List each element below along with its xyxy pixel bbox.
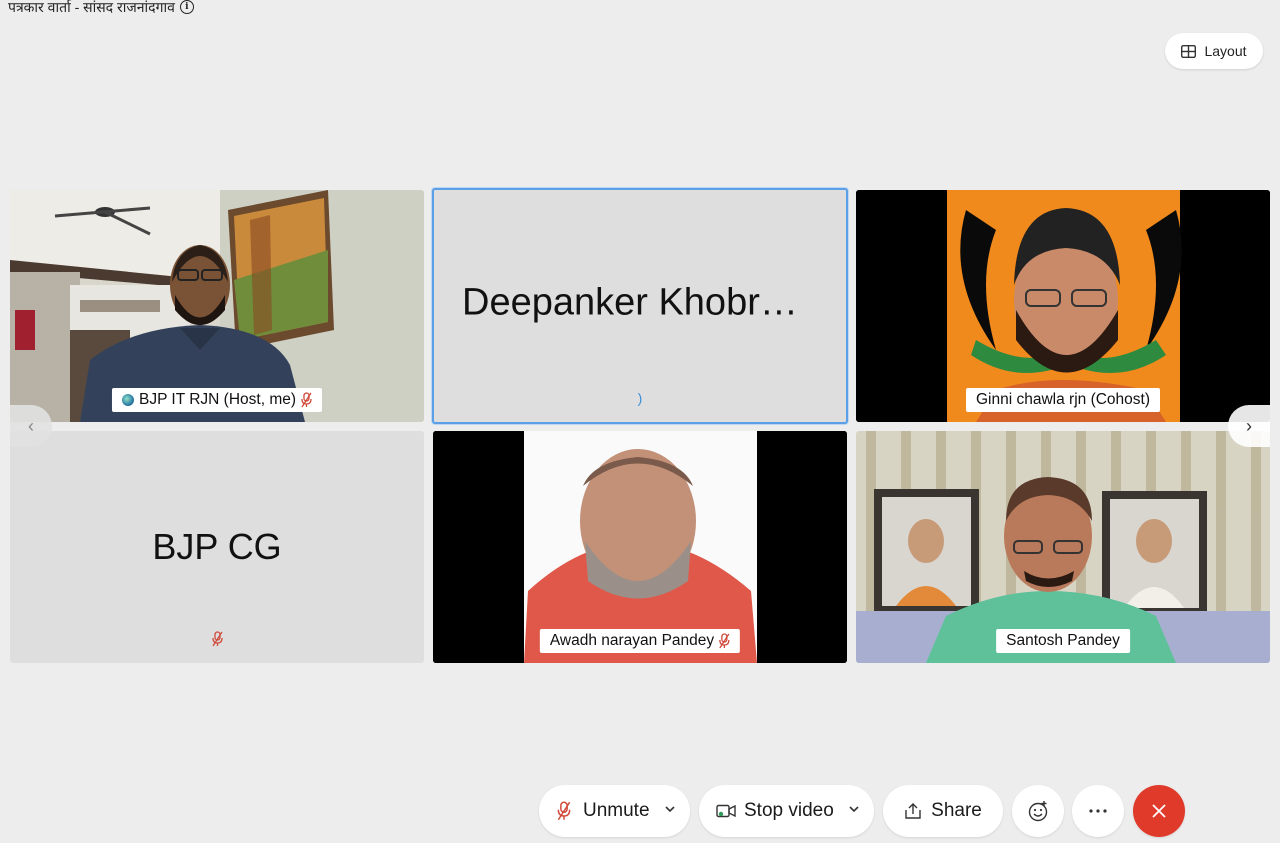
participant-tile-awadh-narayan-pandey[interactable]: Awadh narayan Pandey [433,431,847,663]
video-camera-icon [716,804,736,818]
meeting-title: पत्रकार वार्ता - सांसद राजनांदगाव [8,0,175,15]
next-page-button[interactable]: › [1228,405,1270,447]
unmute-label: Unmute [583,800,650,821]
more-options-button[interactable] [1072,785,1124,837]
mic-off-icon [212,631,223,647]
reactions-button[interactable] [1012,785,1064,837]
chevron-left-icon: ‹ [28,415,34,436]
connection-status-icon [121,394,134,406]
emoji-icon [1028,801,1048,822]
close-icon [1152,804,1166,818]
mic-off-icon [301,392,312,408]
participant-tile-bjp-it-rjn[interactable]: BJP IT RJN (Host, me) [10,190,424,422]
participant-display-name: BJP CG [152,526,282,567]
participant-name: Ginni chawla rjn (Cohost) [975,391,1151,408]
meeting-title-bar: पत्रकार वार्ता - सांसद राजनांदगाव i [8,0,194,14]
participant-name-label: Ginni chawla rjn (Cohost) [965,388,1161,412]
participant-tile-bjp-cg[interactable]: BJP CG [10,431,424,663]
stop-video-label: Stop video [744,800,834,821]
chevron-down-icon[interactable] [664,803,676,815]
participant-tile-santosh-pandey[interactable]: Santosh Pandey [856,431,1270,663]
participant-tile-ginni-chawla[interactable]: Ginni chawla rjn (Cohost) [856,190,1270,422]
participant-name: Santosh Pandey [1006,632,1120,649]
participant-display-name: Deepanker Khobrag… [462,281,841,324]
layout-button[interactable]: Layout [1165,33,1263,69]
participant-name-label: Santosh Pandey [996,629,1130,653]
mic-off-icon [557,801,571,821]
share-label: Share [931,800,982,821]
stop-video-button[interactable]: Stop video [699,785,874,837]
participant-name-label: BJP IT RJN (Host, me) [111,388,323,412]
mic-off-icon [719,633,730,649]
layout-button-label: Layout [1204,43,1247,59]
participant-tile-deepanker[interactable]: Deepanker Khobrag… ) [432,188,848,424]
audio-indicator-icon: ) [637,390,643,406]
participant-name: Awadh narayan Pandey [549,632,715,649]
grid-icon [1181,44,1197,58]
share-icon [905,803,921,819]
participant-name: BJP IT RJN (Host, me) [138,391,297,408]
chevron-down-icon[interactable] [848,803,860,815]
unmute-button[interactable]: Unmute [539,785,690,837]
info-icon[interactable]: i [179,0,194,14]
leave-meeting-button[interactable] [1133,785,1185,837]
more-icon [1089,809,1107,813]
chevron-right-icon: › [1246,415,1252,436]
participant-name-label: Awadh narayan Pandey [539,629,741,653]
previous-page-button[interactable]: ‹ [10,405,52,447]
share-button[interactable]: Share [883,785,1003,837]
